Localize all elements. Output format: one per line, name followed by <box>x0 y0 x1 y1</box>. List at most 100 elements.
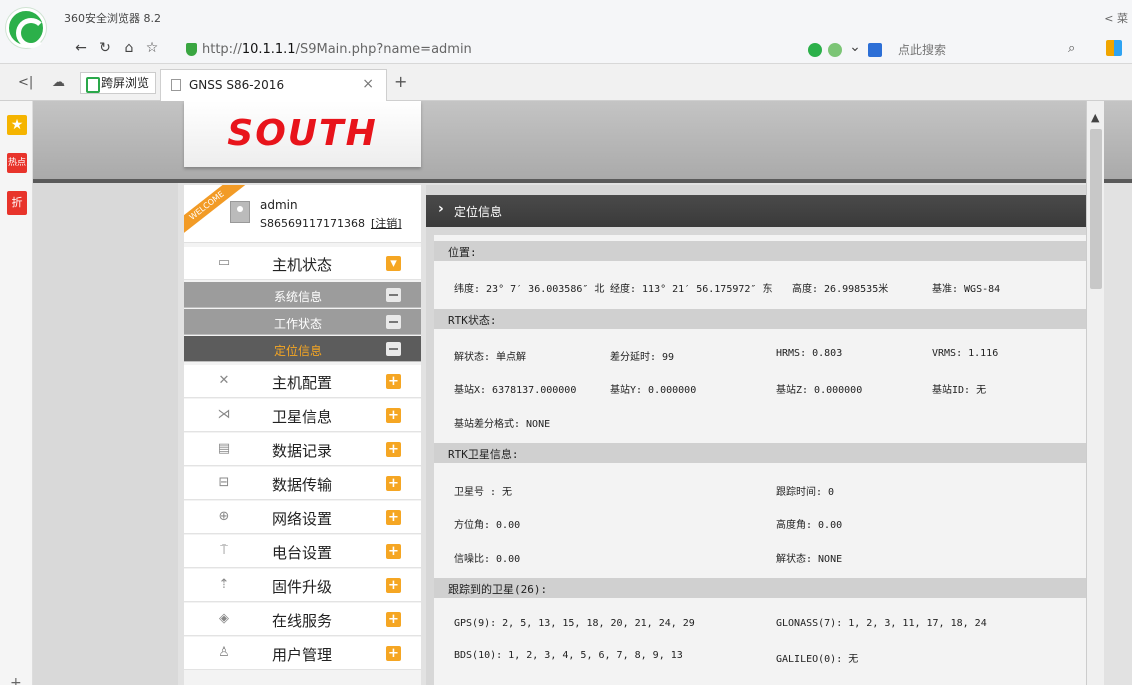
expand-icon[interactable]: + <box>386 612 401 627</box>
azimuth-value: 方位角: 0.00 <box>454 520 521 531</box>
section-tracked-satellites: 跟踪到的卫星(26): <box>434 578 1088 598</box>
track-time: 跟踪时间: 0 <box>776 487 835 498</box>
favorite-star-icon[interactable]: ☆ <box>143 40 161 56</box>
browser-title: 360安全浏览器 8.2 <box>64 12 161 25</box>
menu-item-host-status[interactable]: ▭ 主机状态 ▾ <box>184 247 421 280</box>
menu-item-firmware-upgrade[interactable]: ⇡ 固件升级 + <box>184 569 421 602</box>
left-gutter <box>33 183 178 685</box>
favorites-star-icon[interactable]: ★ <box>7 115 27 135</box>
apps-grid-icon[interactable] <box>1106 40 1122 56</box>
browser-menu-button[interactable]: < 菜 <box>1104 10 1128 26</box>
page-scrollbar[interactable]: ▲ <box>1086 101 1104 685</box>
tab-scroll-left-icon[interactable]: <| <box>18 75 33 90</box>
user-panel: WELCOME admin S86569117171368 [注销] <box>184 185 421 243</box>
panel-header: › 定位信息 <box>426 195 1088 227</box>
chevron-right-icon: › <box>438 201 444 217</box>
brand-logo: SOUTH <box>184 101 421 167</box>
browser-sidebar: ★ 热点 折 + <box>0 101 33 685</box>
avatar <box>230 201 250 223</box>
scroll-thumb[interactable] <box>1090 129 1102 289</box>
cross-screen-button[interactable]: 跨屏浏览 <box>80 72 157 94</box>
sidebar-add-icon[interactable]: + <box>10 675 22 685</box>
submenu-item-label: 定位信息 <box>274 344 323 358</box>
menu-item-label: 固件升级 <box>272 578 333 596</box>
section-title: RTK状态: <box>448 314 497 327</box>
menu-item-satellite-info[interactable]: ⋊ 卫星信息 + <box>184 399 421 432</box>
diff-delay: 差分延时: 99 <box>610 352 675 363</box>
header-divider <box>33 179 1132 183</box>
antenna-icon: ⍑ <box>220 543 228 558</box>
menu-item-label: 数据记录 <box>272 442 333 460</box>
menu-item-data-record[interactable]: ▤ 数据记录 + <box>184 433 421 466</box>
menu-item-network-settings[interactable]: ⊕ 网络设置 + <box>184 501 421 534</box>
tools-icon: ✕ <box>218 373 230 388</box>
expand-icon[interactable]: + <box>386 646 401 661</box>
menu-item-online-service[interactable]: ◈ 在线服务 + <box>184 603 421 636</box>
menu-item-data-transfer[interactable]: ⊟ 数据传输 + <box>184 467 421 500</box>
menu-item-user-management[interactable]: ♙ 用户管理 + <box>184 637 421 670</box>
panel-title: 定位信息 <box>454 205 503 219</box>
menu-item-label: 用户管理 <box>272 646 333 664</box>
expand-icon[interactable]: + <box>386 510 401 525</box>
browser-titlebar: 360安全浏览器 8.2 < 菜 <box>0 0 1132 34</box>
search-icon[interactable]: ⌕ <box>1068 41 1075 56</box>
tab-close-icon[interactable]: × <box>362 76 374 92</box>
browser-logo-icon[interactable] <box>6 8 46 48</box>
glonass-satellites: GLONASS(7): 1, 2, 3, 11, 17, 18, 24 <box>776 618 987 629</box>
base-diff-format: 基站差分格式: NONE <box>454 419 551 430</box>
menu-item-host-config[interactable]: ✕ 主机配置 + <box>184 365 421 398</box>
cloud-icon[interactable]: ☁ <box>52 75 65 90</box>
snr-value: 信噪比: 0.00 <box>454 554 521 565</box>
logout-link[interactable]: [注销] <box>371 217 402 230</box>
back-icon[interactable]: ← <box>72 40 90 56</box>
expand-icon[interactable]: + <box>386 544 401 559</box>
menu-item-label: 卫星信息 <box>272 408 333 426</box>
expand-icon[interactable]: + <box>386 476 401 491</box>
new-tab-button[interactable]: + <box>394 72 407 91</box>
submenu-item-position-info[interactable]: 定位信息 <box>184 336 421 362</box>
base-x: 基站X: 6378137.000000 <box>454 385 577 396</box>
expand-icon[interactable]: + <box>386 374 401 389</box>
height-value: 高度: 26.998535米 <box>792 284 889 295</box>
discount-icon[interactable]: 折 <box>7 191 27 215</box>
solution-state: 解状态: 单点解 <box>454 352 527 363</box>
satellite-icon: ⋊ <box>217 407 231 422</box>
panel-body: 位置: 纬度: 23° 7′ 36.003586″ 北 经度: 113° 21′… <box>434 235 1088 685</box>
tab-gnss[interactable]: GNSS S86-2016 × <box>160 69 387 101</box>
expand-icon[interactable]: + <box>386 442 401 457</box>
submenu-item-system-info[interactable]: 系统信息 <box>184 282 421 308</box>
submenu-item-work-status[interactable]: 工作状态 <box>184 309 421 335</box>
menu-item-label: 主机状态 <box>272 256 333 274</box>
tab-bar: <| ☁ 跨屏浏览 GNSS S86-2016 × + <box>0 64 1132 101</box>
menu-item-label: 主机配置 <box>272 374 333 392</box>
security-shield-icon <box>186 43 197 56</box>
base-id: 基站ID: 无 <box>932 385 987 396</box>
collapse-icon[interactable]: ▾ <box>386 256 401 271</box>
base-z: 基站Z: 0.000000 <box>776 385 863 396</box>
galileo-satellites: GALILEO(0): 无 <box>776 654 859 665</box>
bds-satellites: BDS(10): 1, 2, 3, 4, 5, 6, 7, 8, 9, 13 <box>454 650 683 661</box>
section-position: 位置: <box>434 241 1088 261</box>
section-rtk-satellite: RTK卫星信息: <box>434 443 1088 463</box>
menu-item-radio-settings[interactable]: ⍑ 电台设置 + <box>184 535 421 568</box>
submenu-item-label: 系统信息 <box>274 290 323 304</box>
user-id: S86569117171368 [注销] <box>260 217 402 230</box>
sat-solution-state: 解状态: NONE <box>776 554 843 565</box>
minus-icon <box>386 315 401 329</box>
expand-icon[interactable]: + <box>386 578 401 593</box>
url-text[interactable]: http://10.1.1.1/S9Main.php?name=admin <box>202 42 472 57</box>
menu-item-label: 电台设置 <box>272 544 333 562</box>
longitude-value: 经度: 113° 21′ 56.175972″ 东 <box>610 284 773 295</box>
section-rtk-status: RTK状态: <box>434 309 1088 329</box>
search-input[interactable] <box>808 39 1088 61</box>
reload-icon[interactable]: ↻ <box>96 40 114 56</box>
home-icon[interactable]: ⌂ <box>120 40 138 56</box>
section-title: 位置: <box>448 246 477 259</box>
content-panel: › 定位信息 位置: 纬度: 23° 7′ 36.003586″ 北 经度: 1… <box>426 185 1104 685</box>
hot-news-icon[interactable]: 热点 <box>7 153 27 173</box>
submenu-item-label: 工作状态 <box>274 317 323 331</box>
expand-icon[interactable]: + <box>386 408 401 423</box>
scroll-up-icon[interactable]: ▲ <box>1091 111 1099 124</box>
cube-icon: ◈ <box>219 611 229 626</box>
gps-satellites: GPS(9): 2, 5, 13, 15, 18, 20, 21, 24, 29 <box>454 618 695 629</box>
